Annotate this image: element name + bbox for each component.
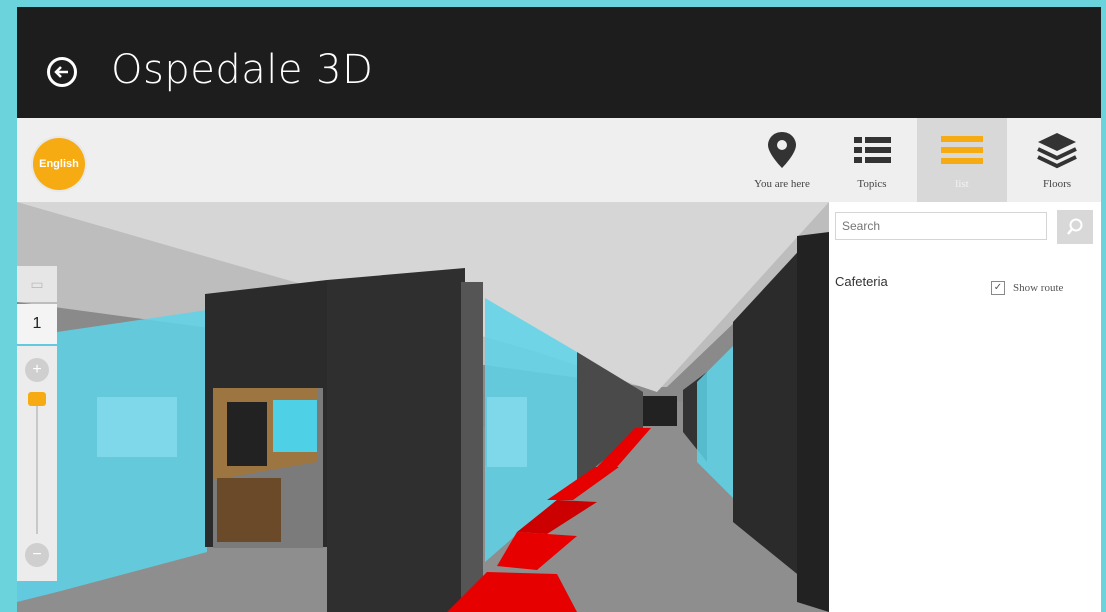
topics-label: Topics [857, 178, 887, 190]
back-button[interactable] [47, 57, 77, 87]
title-bar: Ospedale 3D [17, 7, 1101, 118]
layers-icon [1037, 133, 1077, 169]
pillar-edge [461, 282, 483, 612]
map-pin-icon [768, 132, 796, 168]
zoom-control: + − [17, 346, 57, 581]
3d-map-viewport[interactable] [17, 202, 829, 612]
list-icon [854, 137, 891, 163]
list-button[interactable]: list [917, 118, 1007, 202]
center-glass-window [487, 397, 527, 467]
list-label: list [955, 178, 969, 190]
floors-label: Floors [1042, 178, 1072, 190]
cafeteria-cabinet [217, 478, 281, 542]
destination-row[interactable]: Cafeteria ✓ Show route [835, 274, 1095, 296]
search-input[interactable] [835, 212, 1047, 240]
back-arrow-icon [54, 66, 68, 78]
zoom-out-button[interactable]: − [25, 543, 49, 567]
floor-up-button[interactable]: ▭ [17, 266, 57, 302]
current-floor: 1 [17, 304, 57, 344]
central-pillar [327, 268, 465, 612]
left-glass-window [97, 397, 177, 457]
cafeteria-shelf [227, 402, 267, 466]
language-button[interactable]: English [33, 138, 85, 190]
topics-button[interactable]: Topics [827, 118, 917, 202]
zoom-slider-track[interactable] [36, 394, 38, 534]
zoom-in-button[interactable]: + [25, 358, 49, 382]
menu-lines-icon [941, 136, 983, 164]
right-edge-wall [797, 232, 829, 612]
show-route-label: Show route [1013, 282, 1064, 294]
app-title: Ospedale 3D [111, 47, 374, 93]
show-route-toggle[interactable]: ✓ Show route [991, 280, 1063, 296]
search-button[interactable] [1057, 210, 1093, 244]
3d-corridor-scene [17, 202, 829, 612]
floor-zoom-panel: ▭ 1 + − [17, 266, 57, 586]
floors-button[interactable]: Floors [1012, 118, 1102, 202]
toolbar: English You are here Topics list Floors [17, 118, 1101, 203]
you-are-here-button[interactable]: You are here [737, 118, 827, 202]
corridor-end-wall [643, 396, 677, 426]
you-are-here-label: You are here [754, 178, 810, 190]
cafeteria-glass [273, 400, 317, 452]
zoom-slider-handle[interactable] [28, 392, 46, 406]
destination-name: Cafeteria [835, 274, 888, 289]
side-panel: Cafeteria ✓ Show route [829, 202, 1101, 612]
search-icon [1067, 218, 1083, 235]
show-route-checkbox[interactable]: ✓ [991, 281, 1005, 295]
